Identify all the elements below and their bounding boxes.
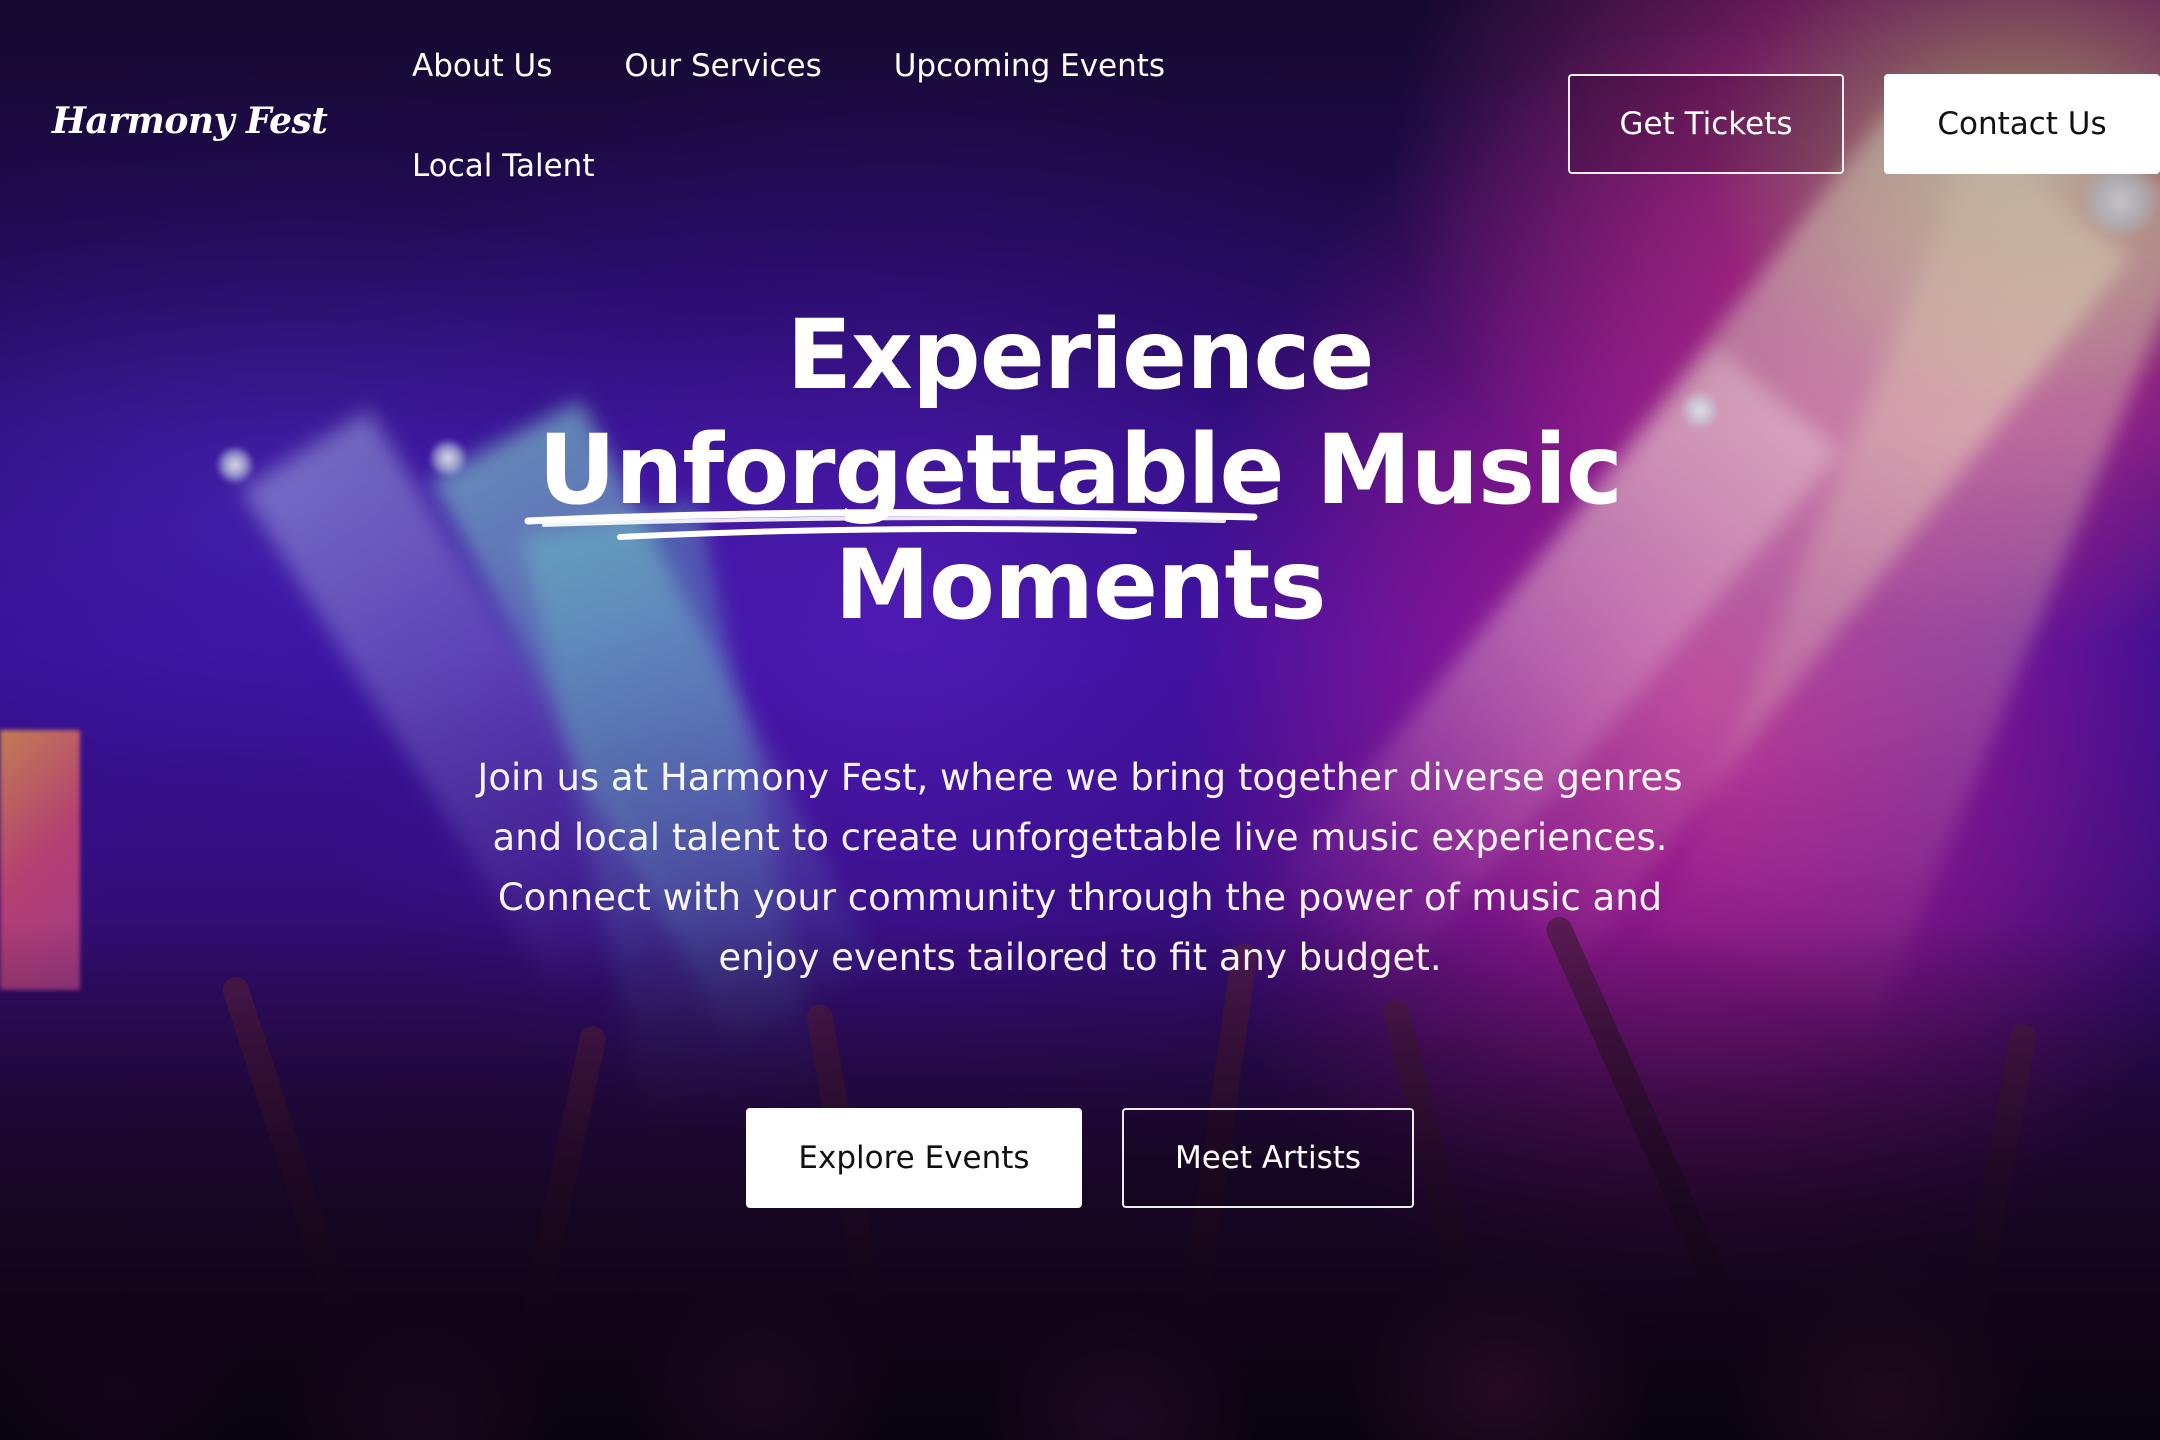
hero-title-highlight: Unforgettable bbox=[524, 413, 1285, 540]
hero-subtitle: Join us at Harmony Fest, where we bring … bbox=[477, 756, 1683, 979]
nav-link-about-us[interactable]: About Us bbox=[412, 44, 552, 88]
meet-artists-button[interactable]: Meet Artists bbox=[1122, 1108, 1414, 1208]
brush-underline-icon bbox=[524, 509, 1258, 540]
hero-title-line-1: Experience bbox=[786, 299, 1374, 411]
brand-logo[interactable]: Harmony Fest bbox=[52, 100, 328, 142]
nav-link-local-talent[interactable]: Local Talent bbox=[412, 144, 595, 188]
hero-title-line-2: Unforgettable Music bbox=[330, 413, 1830, 540]
nav-link-our-services[interactable]: Our Services bbox=[624, 44, 821, 88]
hero-title: Experience Unforgettable Music Moments bbox=[330, 298, 1830, 643]
contact-us-button[interactable]: Contact Us bbox=[1884, 74, 2160, 174]
landing-page: Harmony Fest About Us Our Services Upcom… bbox=[0, 0, 2160, 1440]
explore-events-button[interactable]: Explore Events bbox=[746, 1108, 1082, 1208]
background-overlay bbox=[0, 0, 2160, 1440]
main-nav: About Us Our Services Upcoming Events Lo… bbox=[412, 44, 1232, 188]
nav-link-upcoming-events[interactable]: Upcoming Events bbox=[894, 44, 1165, 88]
hero-title-line-2-rest: Music bbox=[1316, 414, 1623, 526]
get-tickets-button[interactable]: Get Tickets bbox=[1568, 74, 1844, 174]
